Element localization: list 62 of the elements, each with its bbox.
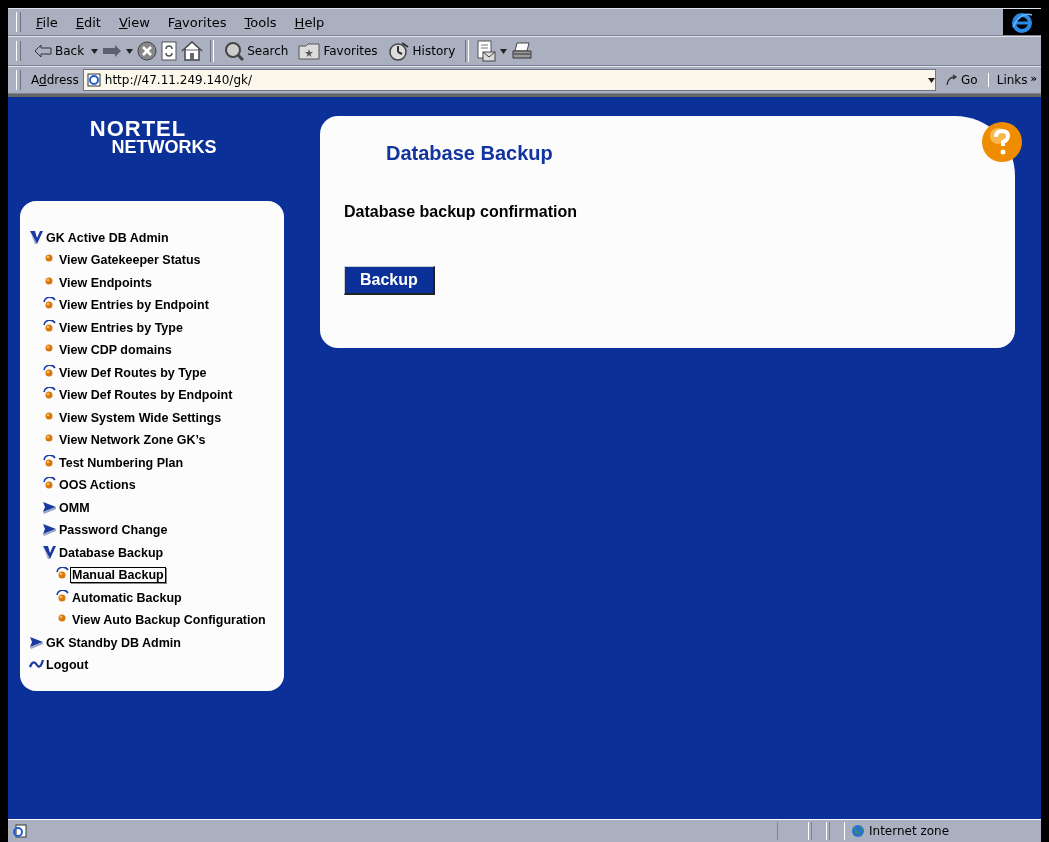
address-field[interactable]: http://47.11.249.140/gk/ [82, 69, 937, 91]
status-pane [829, 822, 845, 840]
favorites-button[interactable]: Favorites [295, 42, 381, 60]
history-button[interactable]: History [384, 41, 459, 61]
company-logo: NORTEL NETWORKS [88, 119, 218, 159]
nav-link[interactable]: OOS Actions [57, 477, 138, 493]
nav-link[interactable]: Test Numbering Plan [57, 454, 186, 471]
back-arrow-icon [34, 44, 52, 58]
zone-label: Internet zone [869, 824, 950, 838]
menu-item[interactable]: Favorites [158, 14, 236, 30]
nav-link[interactable]: View CDP domains [57, 342, 174, 358]
browser-logo-icon [1011, 11, 1033, 33]
links-button[interactable]: Links [996, 73, 1028, 87]
globe-icon [851, 824, 865, 838]
page-title: Database Backup [386, 142, 554, 165]
clock-icon [387, 41, 410, 61]
nav-link[interactable]: OMM [57, 499, 92, 516]
nav-link[interactable]: View Entries by Endpoint [57, 297, 211, 313]
nav-link[interactable]: View Auto Backup Configuration [70, 612, 268, 628]
nav-link[interactable]: View Def Routes by Type [57, 364, 209, 381]
back-button[interactable]: Back [31, 44, 88, 58]
dropdown-caret-icon[interactable] [91, 48, 99, 54]
nav-link[interactable]: View System Wide Settings [57, 409, 224, 426]
menu-item[interactable]: Tools [235, 14, 286, 30]
help-icon[interactable] [981, 121, 1023, 163]
go-arrow-icon [946, 74, 959, 86]
status-pane [811, 822, 827, 840]
nav-link[interactable]: Password Change [57, 522, 170, 538]
menu-item[interactable]: View [109, 14, 159, 30]
dropdown-caret-icon[interactable] [126, 48, 134, 54]
page-icon [86, 73, 101, 87]
confirmation-text: Database backup confirmation [344, 203, 578, 221]
nav-link[interactable]: View Entries by Type [57, 319, 185, 336]
backup-button[interactable]: Backup [344, 266, 435, 295]
more-chevron[interactable]: » [1030, 73, 1037, 87]
refresh-icon[interactable] [161, 41, 178, 61]
search-icon [224, 41, 245, 61]
menu-item[interactable]: Edit [66, 14, 110, 30]
nav-link[interactable]: Manual Backup [70, 567, 166, 583]
nav-link[interactable]: Database Backup [57, 544, 166, 561]
dropdown-caret-icon[interactable] [500, 48, 508, 54]
mail-icon[interactable] [476, 40, 497, 62]
go-button[interactable]: Go [940, 73, 984, 87]
address-label: Address [31, 73, 79, 87]
status-pane [777, 822, 809, 840]
stop-icon[interactable] [137, 41, 158, 61]
nav-link[interactable]: View Network Zone GK’s [57, 432, 208, 448]
printer-icon[interactable] [511, 41, 534, 61]
nav-link[interactable]: Logout [44, 657, 91, 673]
nav-link[interactable]: View Def Routes by Endpoint [57, 387, 235, 403]
menu-item[interactable]: Help [285, 14, 334, 30]
nav-link[interactable]: GK Active DB Admin [44, 229, 171, 246]
nav-link[interactable]: View Endpoints [57, 274, 154, 291]
nav-link[interactable]: GK Standby DB Admin [44, 634, 183, 651]
nav-link[interactable]: View Gatekeeper Status [57, 252, 203, 268]
home-icon[interactable] [181, 41, 204, 61]
dropdown-arrow-icon[interactable] [928, 77, 936, 83]
search-button[interactable]: Search [221, 41, 292, 61]
menu-item[interactable]: File [27, 14, 67, 30]
nav-link[interactable]: Automatic Backup [70, 589, 184, 606]
folder-icon [298, 42, 321, 60]
page-status-icon [12, 824, 28, 838]
